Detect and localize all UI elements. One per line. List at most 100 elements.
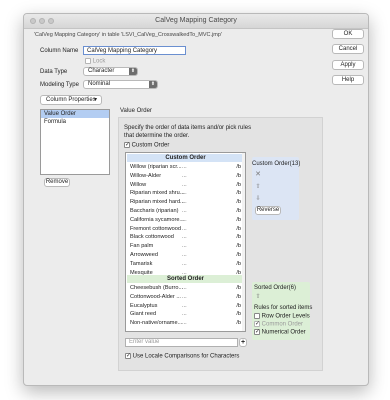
- value-order-list[interactable]: Custom Order Willow (riparian scr...... /…: [125, 152, 246, 332]
- custom-order-check-label: Custom Order: [131, 142, 170, 149]
- list-item-code: /b: [236, 234, 241, 241]
- column-properties-button[interactable]: Column Properties ▾: [40, 95, 102, 105]
- list-item-code: /b: [236, 311, 241, 318]
- value-order-panel: Specify the order of data items and/or p…: [118, 117, 323, 371]
- ok-button[interactable]: OK: [332, 29, 364, 39]
- custom-order-header: Custom Order: [127, 154, 244, 162]
- reverse-button[interactable]: Reverse: [255, 206, 281, 215]
- title-bar: CalVeg Mapping Category: [24, 14, 368, 29]
- list-item-name: Tamarisk: [130, 260, 153, 267]
- list-item-name: Riparian mixed shru...: [130, 190, 185, 197]
- list-item-name: Non-native/orname...: [130, 320, 183, 327]
- checkbox-checked-icon: [125, 352, 131, 359]
- move-up-icon[interactable]: ⇧: [253, 293, 263, 301]
- list-item[interactable]: Eucalyptus... /b: [127, 302, 244, 310]
- list-item-name: Giant reed: [130, 311, 157, 318]
- remove-button[interactable]: Remove: [44, 178, 70, 187]
- list-item-name: Willow (riparian scr...: [130, 164, 182, 170]
- enter-value-input[interactable]: Enter value: [125, 338, 238, 347]
- list-item-ellipsis: ...: [182, 293, 187, 300]
- column-properties-label: Column Properties: [46, 97, 96, 103]
- list-item[interactable]: Fremont cottonwood... /b: [127, 225, 244, 233]
- list-item[interactable]: Black cottonwood... /b: [127, 233, 244, 241]
- list-item-name: Baccharis (riparian): [130, 208, 179, 214]
- modeling-type-value: Nominal: [88, 81, 111, 87]
- value-order-description: Specify the order of data items and/or p…: [124, 125, 252, 139]
- move-down-icon[interactable]: ⇩: [253, 195, 263, 203]
- window-title: CalVeg Mapping Category: [155, 17, 237, 24]
- list-item-code: /b: [236, 252, 241, 258]
- list-item-ellipsis: ...: [182, 172, 187, 179]
- list-item[interactable]: Cottonwood-Alder ...... /b: [127, 293, 244, 301]
- lock-checkbox[interactable]: Lock: [85, 58, 105, 65]
- list-item-name: California sycamore...: [130, 216, 185, 223]
- list-item[interactable]: Willow (riparian scr...... /b: [127, 163, 244, 171]
- list-item-ellipsis: ...: [182, 302, 187, 309]
- sorted-order-panel: Sorted Order(6) ⇧ Rules for sorted items…: [252, 282, 312, 340]
- list-item-name: Willow-Alder: [130, 172, 162, 179]
- list-item[interactable]: Willow... /b: [127, 181, 244, 189]
- delete-x-icon[interactable]: ✕: [253, 171, 263, 179]
- checkbox-checked-icon: [254, 328, 260, 335]
- list-item[interactable]: Non-native/orname...... /b: [127, 319, 244, 327]
- help-button[interactable]: Help: [332, 75, 364, 85]
- checkbox-checked-icon: [254, 320, 260, 327]
- list-item[interactable]: Riparian mixed hard...... /b: [127, 198, 244, 206]
- list-item[interactable]: Arrowweed... /b: [127, 251, 244, 259]
- column-info-window: CalVeg Mapping Category 'CalVeg Mapping …: [23, 13, 369, 386]
- list-item-name: Black cottonwood: [130, 234, 174, 241]
- list-item[interactable]: Fan palm... /b: [127, 242, 244, 250]
- list-item-ellipsis: ...: [182, 243, 187, 250]
- custom-order-checkbox[interactable]: Custom Order: [124, 141, 170, 149]
- properties-item-value-order[interactable]: Value Order: [41, 110, 109, 118]
- lock-label: Lock: [92, 58, 106, 65]
- common-order-label: Common Order: [261, 321, 304, 328]
- data-type-select[interactable]: Character ⬍: [83, 67, 138, 76]
- list-item-code: /b: [236, 293, 241, 300]
- list-item-code: /b: [236, 190, 241, 197]
- list-item-name: Eucalyptus: [130, 302, 158, 309]
- list-item-ellipsis: ...: [182, 225, 187, 232]
- list-scrollbar[interactable]: [242, 153, 245, 331]
- list-item-code: /b: [236, 199, 241, 206]
- row-order-levels-checkbox[interactable]: Row Order Levels: [254, 313, 310, 320]
- checkbox-unchecked-icon: [254, 313, 260, 319]
- move-up-icon[interactable]: ⇧: [253, 183, 263, 191]
- window-subtitle: 'CalVeg Mapping Category' in table 'LSVI…: [34, 32, 222, 38]
- list-item-code: /b: [236, 208, 241, 214]
- value-order-title: Value Order: [120, 108, 152, 114]
- common-order-checkbox[interactable]: Common Order: [254, 320, 304, 328]
- modeling-type-select[interactable]: Nominal ⬍: [83, 80, 158, 89]
- list-item-name: Riparian mixed hard...: [130, 199, 185, 206]
- list-item-name: Fan palm: [130, 243, 154, 250]
- list-item[interactable]: Riparian mixed shru...... /b: [127, 189, 244, 197]
- list-item-ellipsis: ...: [182, 311, 187, 318]
- column-name-label: Column Name: [40, 48, 79, 54]
- locale-comparisons-checkbox[interactable]: Use Locale Comparisons for Characters: [125, 352, 239, 360]
- list-item-code: /b: [236, 181, 241, 188]
- list-item-name: Arrowweed: [130, 252, 158, 258]
- properties-list: Value Order Formula: [40, 109, 110, 175]
- list-item-ellipsis: ...: [182, 164, 187, 170]
- chevron-updown-icon: ⬍: [129, 68, 137, 75]
- list-item[interactable]: Baccharis (riparian)... /b: [127, 207, 244, 215]
- cancel-button[interactable]: Cancel: [332, 44, 364, 54]
- list-item[interactable]: California sycamore...... /b: [127, 216, 244, 224]
- list-item[interactable]: Giant reed... /b: [127, 310, 244, 318]
- chevron-updown-icon: ⬍: [149, 81, 157, 88]
- list-item-ellipsis: ...: [182, 190, 187, 197]
- list-item-code: /b: [236, 302, 241, 309]
- list-item[interactable]: Willow-Alder... /b: [127, 172, 244, 180]
- list-item-name: Cheesebush (Burro...: [130, 285, 184, 291]
- list-item-code: /b: [236, 320, 241, 327]
- numerical-order-checkbox[interactable]: Numerical Order: [254, 328, 306, 336]
- list-item[interactable]: Tamarisk... /b: [127, 260, 244, 268]
- column-name-input[interactable]: CalVeg Mapping Category: [83, 46, 186, 55]
- modeling-type-label: Modeling Type: [40, 82, 79, 88]
- properties-item-formula[interactable]: Formula: [41, 118, 109, 126]
- lock-check-icon: [85, 58, 91, 64]
- numerical-order-label: Numerical Order: [261, 329, 306, 336]
- add-value-button[interactable]: +: [239, 338, 247, 347]
- list-item[interactable]: Cheesebush (Burro...... /b: [127, 284, 244, 292]
- apply-button[interactable]: Apply: [332, 60, 364, 70]
